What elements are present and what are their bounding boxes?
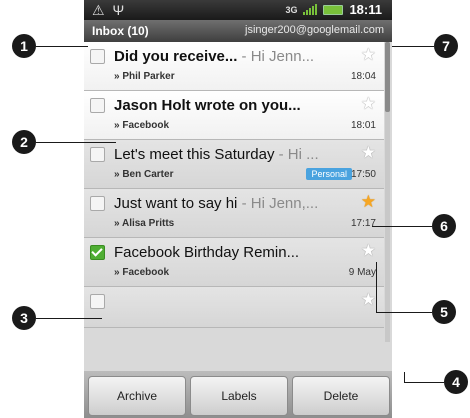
message-subject: Let's meet this Saturday <box>114 146 275 163</box>
star-icon[interactable]: ★ <box>361 94 376 114</box>
callout-line <box>372 226 432 227</box>
message-time: 18:04 <box>350 71 376 82</box>
scrollbar[interactable] <box>385 42 390 342</box>
select-checkbox[interactable] <box>90 98 105 113</box>
archive-button[interactable]: Archive <box>88 376 186 416</box>
callout-line <box>376 262 377 312</box>
callout-line <box>376 312 432 313</box>
message-snippet: - Hi ... <box>274 146 319 163</box>
callout-1: 1 <box>12 34 36 58</box>
message-time: 18:01 <box>350 120 376 131</box>
callout-line <box>404 372 405 382</box>
message-label-tag: Personal <box>306 168 352 180</box>
callout-7: 7 <box>434 34 458 58</box>
scrollbar-thumb[interactable] <box>385 42 390 112</box>
message-subject-line: Just want to say hi - Hi Jenn,... <box>114 195 354 212</box>
select-checkbox[interactable] <box>90 147 105 162</box>
message-sender: » Alisa Pritts <box>114 218 175 229</box>
message-sender: » Phil Parker <box>114 71 175 82</box>
star-icon[interactable]: ★ <box>361 241 376 261</box>
message-subject: Facebook Birthday Remin... <box>114 244 300 261</box>
message-snippet: - Hi Jenn... <box>237 48 315 65</box>
network-type: 3G <box>285 4 298 15</box>
callout-2: 2 <box>12 130 36 154</box>
star-icon[interactable]: ★ <box>361 45 376 65</box>
message-subject-line: Let's meet this Saturday - Hi ... <box>114 146 354 163</box>
callout-3: 3 <box>12 306 36 330</box>
message-sender: » Facebook <box>114 120 170 131</box>
message-time: 17:17 <box>350 218 376 229</box>
phone-screen: ⚠ Ψ 3G 18:11 Inbox (10) jsinger200@googl… <box>84 0 392 418</box>
message-row[interactable]: Jason Holt wrote on you... ★ » Facebook … <box>84 91 384 140</box>
account-email: jsinger200@googlemail.com <box>245 24 384 36</box>
message-list: Did you receive... - Hi Jenn... ★ » Phil… <box>84 42 384 328</box>
message-subject: Just want to say hi <box>114 195 238 212</box>
message-sender: » Facebook <box>114 267 170 278</box>
status-right: 3G 18:11 <box>285 2 382 17</box>
message-row[interactable]: Just want to say hi - Hi Jenn,... ★ » Al… <box>84 189 384 238</box>
callout-line <box>36 318 102 319</box>
message-subject: Jason Holt wrote on you... <box>114 97 301 114</box>
message-sender: » Ben Carter <box>114 169 174 180</box>
signal-icon <box>303 4 318 15</box>
usb-icon: Ψ <box>112 2 127 18</box>
callout-5: 5 <box>432 300 456 324</box>
callout-line <box>392 46 434 47</box>
callout-line <box>36 142 116 143</box>
status-bar: ⚠ Ψ 3G 18:11 <box>84 0 392 20</box>
message-row[interactable]: Let's meet this Saturday - Hi ... ★ » Be… <box>84 140 384 189</box>
message-time: 17:50 <box>350 169 376 180</box>
title-bar: Inbox (10) jsinger200@googlemail.com <box>84 20 392 42</box>
status-left-icons: ⚠ Ψ <box>92 2 126 19</box>
select-checkbox[interactable] <box>90 196 105 211</box>
select-checkbox[interactable] <box>90 245 105 260</box>
message-row[interactable]: Facebook Birthday Remin... ★ » Facebook … <box>84 238 384 287</box>
labels-button[interactable]: Labels <box>190 376 288 416</box>
star-icon[interactable]: ★ <box>361 290 376 310</box>
message-snippet: - Hi Jenn,... <box>237 195 319 212</box>
warning-icon: ⚠ <box>92 2 107 18</box>
message-time: 9 May <box>348 267 376 278</box>
message-subject-line: Did you receive... - Hi Jenn... <box>114 48 354 65</box>
action-bar: Archive Labels Delete <box>84 371 392 418</box>
message-subject-line: Facebook Birthday Remin... <box>114 244 354 261</box>
message-subject-line: Jason Holt wrote on you... <box>114 97 354 114</box>
star-icon[interactable]: ★ <box>361 143 376 163</box>
callout-6: 6 <box>432 214 456 238</box>
message-row[interactable]: Did you receive... - Hi Jenn... ★ » Phil… <box>84 42 384 91</box>
battery-icon <box>323 4 344 15</box>
select-checkbox[interactable] <box>90 49 105 64</box>
star-icon[interactable]: ★ <box>361 192 376 212</box>
select-checkbox[interactable] <box>90 294 105 309</box>
callout-line <box>404 382 444 383</box>
clock: 18:11 <box>349 2 382 17</box>
callout-line <box>36 46 88 47</box>
message-row-partial[interactable]: ★ <box>84 287 384 328</box>
delete-button[interactable]: Delete <box>292 376 390 416</box>
message-subject: Did you receive... <box>114 48 238 65</box>
callout-4: 4 <box>444 370 468 394</box>
inbox-label: Inbox (10) <box>92 24 149 38</box>
